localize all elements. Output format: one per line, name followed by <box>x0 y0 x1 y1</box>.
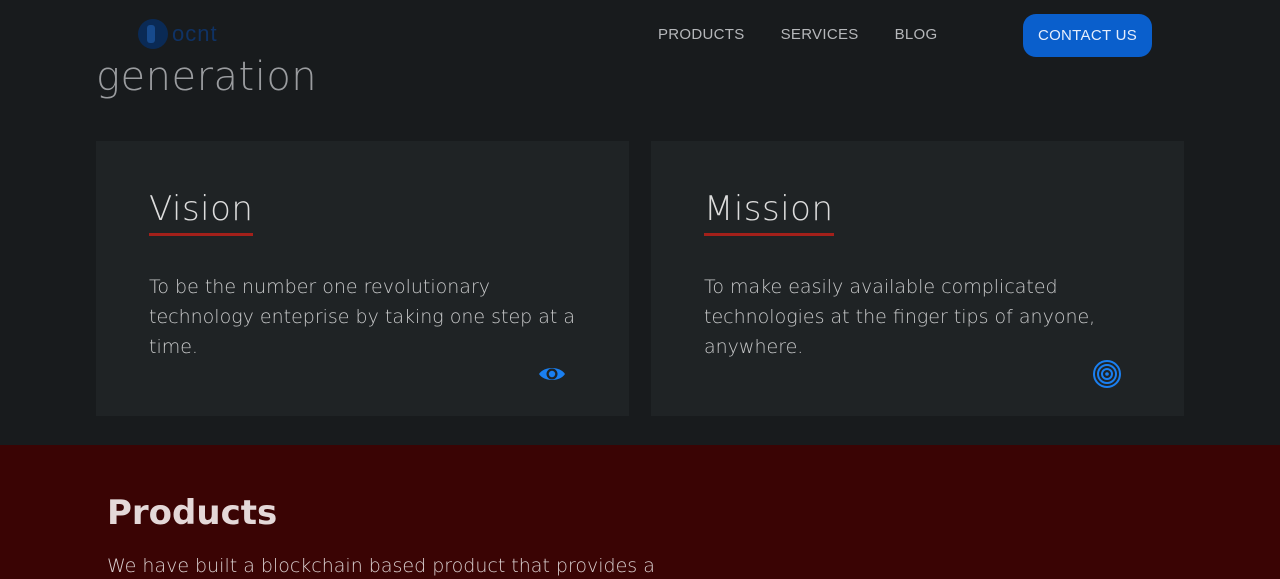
vision-card: Vision To be the number one revolutionar… <box>96 141 629 416</box>
contact-us-button[interactable]: CONTACT US <box>1023 14 1152 57</box>
logo-text: ocnt <box>172 21 218 46</box>
vision-text: To be the number one revolutionary techn… <box>149 276 576 358</box>
nav-products-link[interactable]: PRODUCTS <box>658 26 745 43</box>
mission-text: To make easily available complicated tec… <box>704 276 1096 358</box>
mission-card: Mission To make easily available complic… <box>651 141 1184 416</box>
vision-title: Vision <box>149 189 254 236</box>
target-icon <box>1093 360 1121 388</box>
site-header: ocnt PRODUCTS SERVICES BLOG CONTACT US <box>0 0 1280 70</box>
products-title: Products <box>107 493 278 533</box>
products-section: Products We have built a blockchain base… <box>0 445 1280 579</box>
mission-title: Mission <box>704 189 834 236</box>
nav-blog-link[interactable]: BLOG <box>895 26 938 43</box>
logo-mark-icon <box>138 19 168 49</box>
products-description: We have built a blockchain based product… <box>107 555 655 577</box>
nav-services-link[interactable]: SERVICES <box>781 26 859 43</box>
eye-icon <box>539 368 565 380</box>
main-nav: PRODUCTS SERVICES BLOG <box>658 26 937 43</box>
logo[interactable]: ocnt <box>138 18 248 50</box>
